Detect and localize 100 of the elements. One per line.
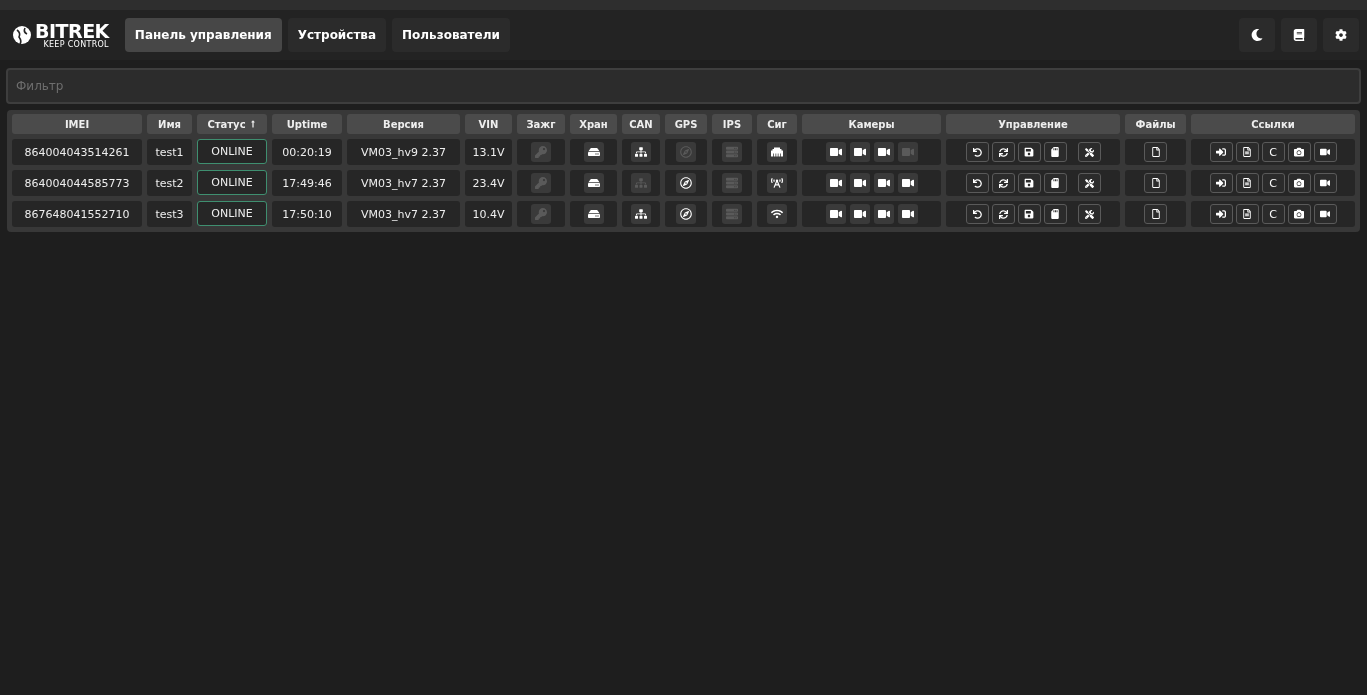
card-button[interactable] bbox=[1043, 173, 1067, 193]
column-header[interactable]: Файлы bbox=[1125, 114, 1186, 134]
sign-in-button[interactable] bbox=[1209, 142, 1233, 162]
table-cell: test1 bbox=[147, 139, 192, 165]
status-badge: ONLINE bbox=[197, 139, 267, 164]
settings-button[interactable] bbox=[1323, 18, 1359, 52]
video-icon bbox=[1320, 147, 1330, 157]
column-header[interactable]: IPS bbox=[712, 114, 752, 134]
card-icon bbox=[1050, 178, 1060, 188]
filter-field[interactable]: Фильтр bbox=[6, 68, 1361, 104]
video-button[interactable] bbox=[1313, 142, 1337, 162]
table-cell: 23.4V bbox=[465, 170, 512, 196]
sync-icon bbox=[998, 147, 1008, 157]
column-header[interactable]: Имя bbox=[147, 114, 192, 134]
book-icon bbox=[1293, 29, 1305, 41]
link-button[interactable]: C bbox=[1261, 142, 1285, 162]
tools-icon bbox=[1084, 178, 1094, 188]
document-icon bbox=[1242, 209, 1252, 219]
table-cell: test2 bbox=[147, 170, 192, 196]
document-button[interactable] bbox=[1235, 173, 1259, 193]
tools-icon bbox=[1084, 209, 1094, 219]
moon-button[interactable] bbox=[1239, 18, 1275, 52]
camera-button[interactable] bbox=[1287, 173, 1311, 193]
book-button[interactable] bbox=[1281, 18, 1317, 52]
file-button[interactable] bbox=[1144, 142, 1167, 162]
sign-in-icon bbox=[1216, 147, 1226, 157]
file-icon bbox=[1150, 178, 1161, 188]
table-cell: VM03_hv7 2.37 bbox=[347, 170, 460, 196]
column-header[interactable]: CAN bbox=[622, 114, 660, 134]
document-button[interactable] bbox=[1235, 204, 1259, 224]
sync-button[interactable] bbox=[991, 142, 1015, 162]
file-button[interactable] bbox=[1144, 173, 1167, 193]
table-cell: 17:49:46 bbox=[272, 170, 342, 196]
sign-in-icon bbox=[1216, 209, 1226, 219]
column-header[interactable]: Сиг bbox=[757, 114, 797, 134]
column-header[interactable]: Зажг bbox=[517, 114, 565, 134]
link-button[interactable]: C bbox=[1261, 173, 1285, 193]
document-button[interactable] bbox=[1235, 142, 1259, 162]
card-button[interactable] bbox=[1043, 142, 1067, 162]
table-cell: 867648041552710 bbox=[12, 201, 142, 227]
save-button[interactable] bbox=[1017, 173, 1041, 193]
video-icon bbox=[1320, 178, 1330, 188]
save-button[interactable] bbox=[1017, 142, 1041, 162]
camera-button[interactable] bbox=[1287, 204, 1311, 224]
sync-icon bbox=[998, 209, 1008, 219]
video-button[interactable] bbox=[1313, 204, 1337, 224]
camera-icon bbox=[1294, 147, 1304, 157]
save-button[interactable] bbox=[1017, 204, 1041, 224]
sync-button[interactable] bbox=[991, 173, 1015, 193]
file-icon bbox=[1150, 147, 1161, 157]
link-button[interactable]: C bbox=[1261, 204, 1285, 224]
card-icon bbox=[1050, 209, 1060, 219]
sync-icon bbox=[998, 178, 1008, 188]
settings-icon bbox=[1335, 29, 1347, 41]
file-icon bbox=[1150, 209, 1161, 219]
column-header[interactable]: Управление bbox=[946, 114, 1120, 134]
table-cell: VM03_hv7 2.37 bbox=[347, 201, 460, 227]
file-button[interactable] bbox=[1144, 204, 1167, 224]
undo-icon bbox=[972, 209, 982, 219]
column-header[interactable]: VIN bbox=[465, 114, 512, 134]
column-header[interactable]: IMEI bbox=[12, 114, 142, 134]
sign-in-icon bbox=[1216, 178, 1226, 188]
undo-button[interactable] bbox=[965, 173, 989, 193]
video-icon bbox=[1320, 209, 1330, 219]
card-button[interactable] bbox=[1043, 204, 1067, 224]
save-icon bbox=[1024, 209, 1034, 219]
save-icon bbox=[1024, 178, 1034, 188]
card-icon bbox=[1050, 147, 1060, 157]
moon-icon bbox=[1251, 29, 1263, 41]
camera-icon bbox=[1294, 209, 1304, 219]
column-header[interactable]: Версия bbox=[347, 114, 460, 134]
column-header[interactable]: Uptime bbox=[272, 114, 342, 134]
table-cell: 864004043514261 bbox=[12, 139, 142, 165]
tools-button[interactable] bbox=[1077, 173, 1101, 193]
undo-button[interactable] bbox=[965, 204, 989, 224]
table-cell: test3 bbox=[147, 201, 192, 227]
table-cell: 00:20:19 bbox=[272, 139, 342, 165]
camera-button[interactable] bbox=[1287, 142, 1311, 162]
table-cell: 864004044585773 bbox=[12, 170, 142, 196]
undo-icon bbox=[972, 178, 982, 188]
document-icon bbox=[1242, 178, 1252, 188]
document-icon bbox=[1242, 147, 1252, 157]
save-icon bbox=[1024, 147, 1034, 157]
nav-tab[interactable]: Панель управления bbox=[124, 18, 282, 52]
sync-button[interactable] bbox=[991, 204, 1015, 224]
table-cell: 13.1V bbox=[465, 139, 512, 165]
column-header[interactable]: Ссылки bbox=[1191, 114, 1355, 134]
column-header[interactable]: Хран bbox=[570, 114, 617, 134]
column-header[interactable]: Статус bbox=[197, 114, 267, 134]
video-button[interactable] bbox=[1313, 173, 1337, 193]
column-header[interactable]: GPS bbox=[665, 114, 707, 134]
sign-in-button[interactable] bbox=[1209, 204, 1233, 224]
undo-button[interactable] bbox=[965, 142, 989, 162]
nav-tab[interactable]: Пользователи bbox=[392, 18, 510, 52]
sign-in-button[interactable] bbox=[1209, 173, 1233, 193]
camera-icon bbox=[1294, 178, 1304, 188]
tools-button[interactable] bbox=[1077, 142, 1101, 162]
nav-tab[interactable]: Устройства bbox=[287, 18, 387, 52]
tools-button[interactable] bbox=[1077, 204, 1101, 224]
column-header[interactable]: Камеры bbox=[802, 114, 941, 134]
